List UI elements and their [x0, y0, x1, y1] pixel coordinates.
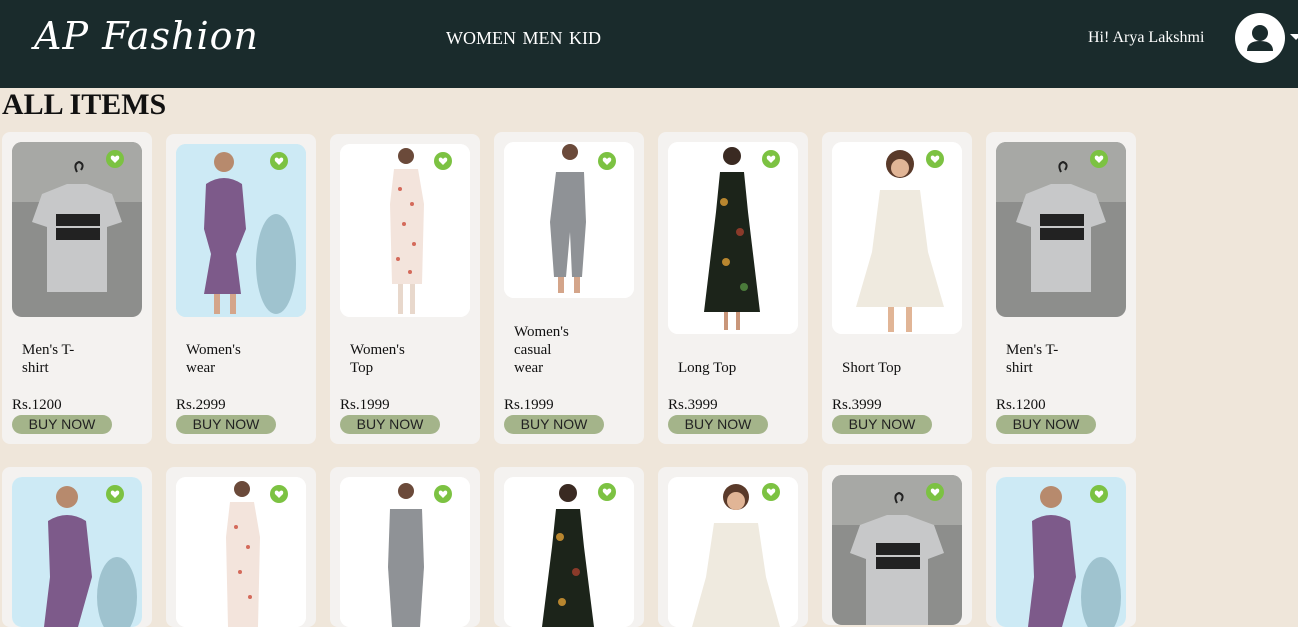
- user-avatar[interactable]: [1235, 13, 1285, 63]
- buy-now-button[interactable]: BUY NOW: [832, 415, 932, 434]
- product-price: Rs.3999: [668, 397, 718, 413]
- heart-icon[interactable]: [926, 483, 944, 501]
- product-price: Rs.1999: [340, 397, 390, 413]
- buy-now-button[interactable]: BUY NOW: [340, 415, 440, 434]
- product-image[interactable]: [12, 142, 142, 317]
- brand-logo[interactable]: AP Fashion: [34, 14, 259, 58]
- product-card[interactable]: Short Top Rs.3999 BUY NOW: [822, 132, 972, 444]
- heart-icon[interactable]: [598, 152, 616, 170]
- caret-down-icon[interactable]: [1290, 34, 1298, 40]
- product-price: Rs.2999: [176, 397, 226, 413]
- product-card[interactable]: [658, 467, 808, 627]
- product-name: Women's wear: [186, 342, 241, 376]
- product-card[interactable]: [166, 467, 316, 627]
- product-card[interactable]: [822, 465, 972, 625]
- heart-icon[interactable]: [1090, 150, 1108, 168]
- product-name: Women's Top: [350, 342, 405, 376]
- product-card[interactable]: Women's casual wear Rs.1999 BUY NOW: [494, 132, 644, 444]
- heart-icon[interactable]: [270, 485, 288, 503]
- product-card[interactable]: Men's T-shirt Rs.1200 BUY NOW: [986, 132, 1136, 444]
- product-card[interactable]: [494, 467, 644, 627]
- product-name: Women's casual wear: [514, 324, 569, 376]
- buy-now-button[interactable]: BUY NOW: [668, 415, 768, 434]
- user-greeting: Hi! Arya Lakshmi: [1088, 29, 1205, 46]
- heart-icon[interactable]: [762, 483, 780, 501]
- product-card[interactable]: Men's T-shirt Rs.1200 BUY NOW: [2, 132, 152, 444]
- heart-icon[interactable]: [434, 485, 452, 503]
- heart-icon[interactable]: [106, 150, 124, 168]
- product-card[interactable]: [330, 467, 480, 627]
- product-card[interactable]: Women's Top Rs.1999 BUY NOW: [330, 134, 480, 444]
- product-name: Short Top: [842, 360, 902, 376]
- buy-now-button[interactable]: BUY NOW: [996, 415, 1096, 434]
- product-price: Rs.3999: [832, 397, 882, 413]
- heart-icon[interactable]: [1090, 485, 1108, 503]
- product-price: Rs.1200: [996, 397, 1046, 413]
- product-name: Long Top: [678, 360, 737, 376]
- product-card[interactable]: [986, 467, 1136, 627]
- buy-now-button[interactable]: BUY NOW: [504, 415, 604, 434]
- heart-icon[interactable]: [270, 152, 288, 170]
- product-image[interactable]: [832, 142, 962, 334]
- top-navigation-bar: AP Fashion WOMEN MEN KID Hi! Arya Lakshm…: [0, 0, 1298, 88]
- product-card[interactable]: Long Top Rs.3999 BUY NOW: [658, 132, 808, 444]
- user-silhouette-icon: [1247, 25, 1273, 51]
- buy-now-button[interactable]: BUY NOW: [176, 415, 276, 434]
- product-image[interactable]: [668, 142, 798, 334]
- heart-icon[interactable]: [926, 150, 944, 168]
- heart-icon[interactable]: [598, 483, 616, 501]
- buy-now-button[interactable]: BUY NOW: [12, 415, 112, 434]
- product-name: Men's T-shirt: [22, 342, 75, 376]
- category-nav[interactable]: WOMEN MEN KID: [446, 28, 601, 49]
- heart-icon[interactable]: [434, 152, 452, 170]
- product-card[interactable]: Women's wear Rs.2999 BUY NOW: [166, 134, 316, 444]
- product-name: Men's T-shirt: [1006, 342, 1059, 376]
- product-price: Rs.1200: [12, 397, 62, 413]
- heart-icon[interactable]: [762, 150, 780, 168]
- product-price: Rs.1999: [504, 397, 554, 413]
- product-card[interactable]: [2, 467, 152, 627]
- heart-icon[interactable]: [106, 485, 124, 503]
- page-title: ALL ITEMS: [2, 88, 167, 121]
- product-image[interactable]: [996, 142, 1126, 317]
